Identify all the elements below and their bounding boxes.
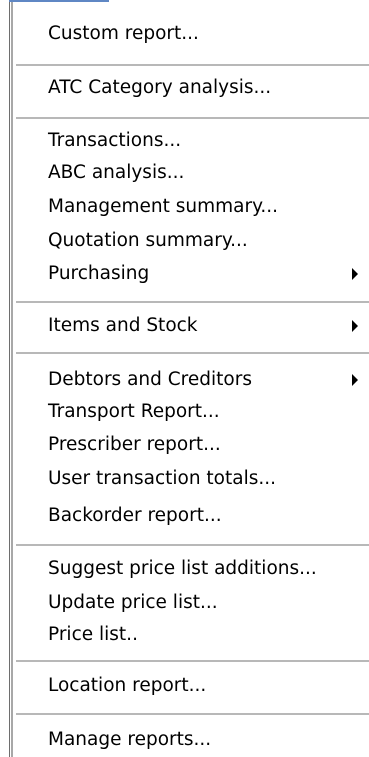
menu-item-label: ATC Category analysis... — [48, 77, 272, 98]
menu-separator — [16, 544, 369, 547]
menu-item-backorder-report[interactable]: Backorder report... — [48, 502, 369, 530]
menu-left-edge — [11, 0, 13, 757]
reports-context-menu: Custom report... ATC Category analysis..… — [0, 0, 369, 757]
menu-item-label: Transactions... — [48, 130, 182, 151]
menu-item-label: Prescriber report... — [48, 434, 221, 455]
menu-left-edge-shadow — [9, 0, 10, 757]
menu-item-label: Items and Stock — [48, 315, 198, 336]
menu-item-abc-analysis[interactable]: ABC analysis... — [48, 159, 369, 187]
menu-item-custom-report[interactable]: Custom report... — [48, 20, 369, 48]
menu-item-label: User transaction totals... — [48, 468, 277, 489]
menu-item-debtors-and-creditors[interactable]: Debtors and Creditors — [48, 366, 369, 394]
menu-separator — [16, 713, 369, 716]
menu-item-transport-report[interactable]: Transport Report... — [48, 398, 369, 426]
menu-item-prescriber-report[interactable]: Prescriber report... — [48, 431, 369, 459]
menu-item-label: Manage reports... — [48, 729, 212, 750]
menu-item-location-report[interactable]: Location report... — [48, 672, 369, 700]
menu-item-items-and-stock[interactable]: Items and Stock — [48, 312, 369, 340]
menu-item-label: Update price list... — [48, 592, 218, 613]
menu-item-label: Purchasing — [48, 263, 150, 284]
menu-item-update-price-list[interactable]: Update price list... — [48, 589, 369, 617]
menu-item-label: Debtors and Creditors — [48, 369, 252, 390]
menu-item-label: Price list.. — [48, 624, 138, 645]
menu-item-label: Transport Report... — [48, 401, 220, 422]
menu-separator — [16, 301, 369, 304]
menu-item-label: Custom report... — [48, 23, 199, 44]
menu-item-price-list[interactable]: Price list.. — [48, 621, 369, 649]
menu-item-transactions[interactable]: Transactions... — [48, 127, 369, 155]
menu-item-label: ABC analysis... — [48, 162, 185, 183]
menu-top-accent — [9, 0, 109, 2]
menu-item-suggest-price-list-additions[interactable]: Suggest price list additions... — [48, 555, 369, 583]
menu-separator — [16, 660, 369, 663]
menu-item-management-summary[interactable]: Management summary... — [48, 193, 369, 221]
menu-item-label: Location report... — [48, 675, 207, 696]
triangle-right-icon — [352, 320, 358, 332]
menu-item-label: Backorder report... — [48, 505, 222, 526]
menu-item-label: Quotation summary... — [48, 230, 248, 251]
menu-item-label: Management summary... — [48, 196, 279, 217]
triangle-right-icon — [352, 374, 358, 386]
triangle-right-icon — [352, 268, 358, 280]
menu-separator — [16, 117, 369, 120]
menu-item-label: Suggest price list additions... — [48, 558, 317, 579]
menu-item-atc-category-analysis[interactable]: ATC Category analysis... — [48, 74, 369, 102]
menu-item-quotation-summary[interactable]: Quotation summary... — [48, 227, 369, 255]
menu-separator — [16, 352, 369, 355]
menu-item-user-transaction-totals[interactable]: User transaction totals... — [48, 465, 369, 493]
menu-item-purchasing[interactable]: Purchasing — [48, 260, 369, 288]
menu-item-manage-reports[interactable]: Manage reports... — [48, 726, 369, 754]
menu-separator — [16, 64, 369, 67]
